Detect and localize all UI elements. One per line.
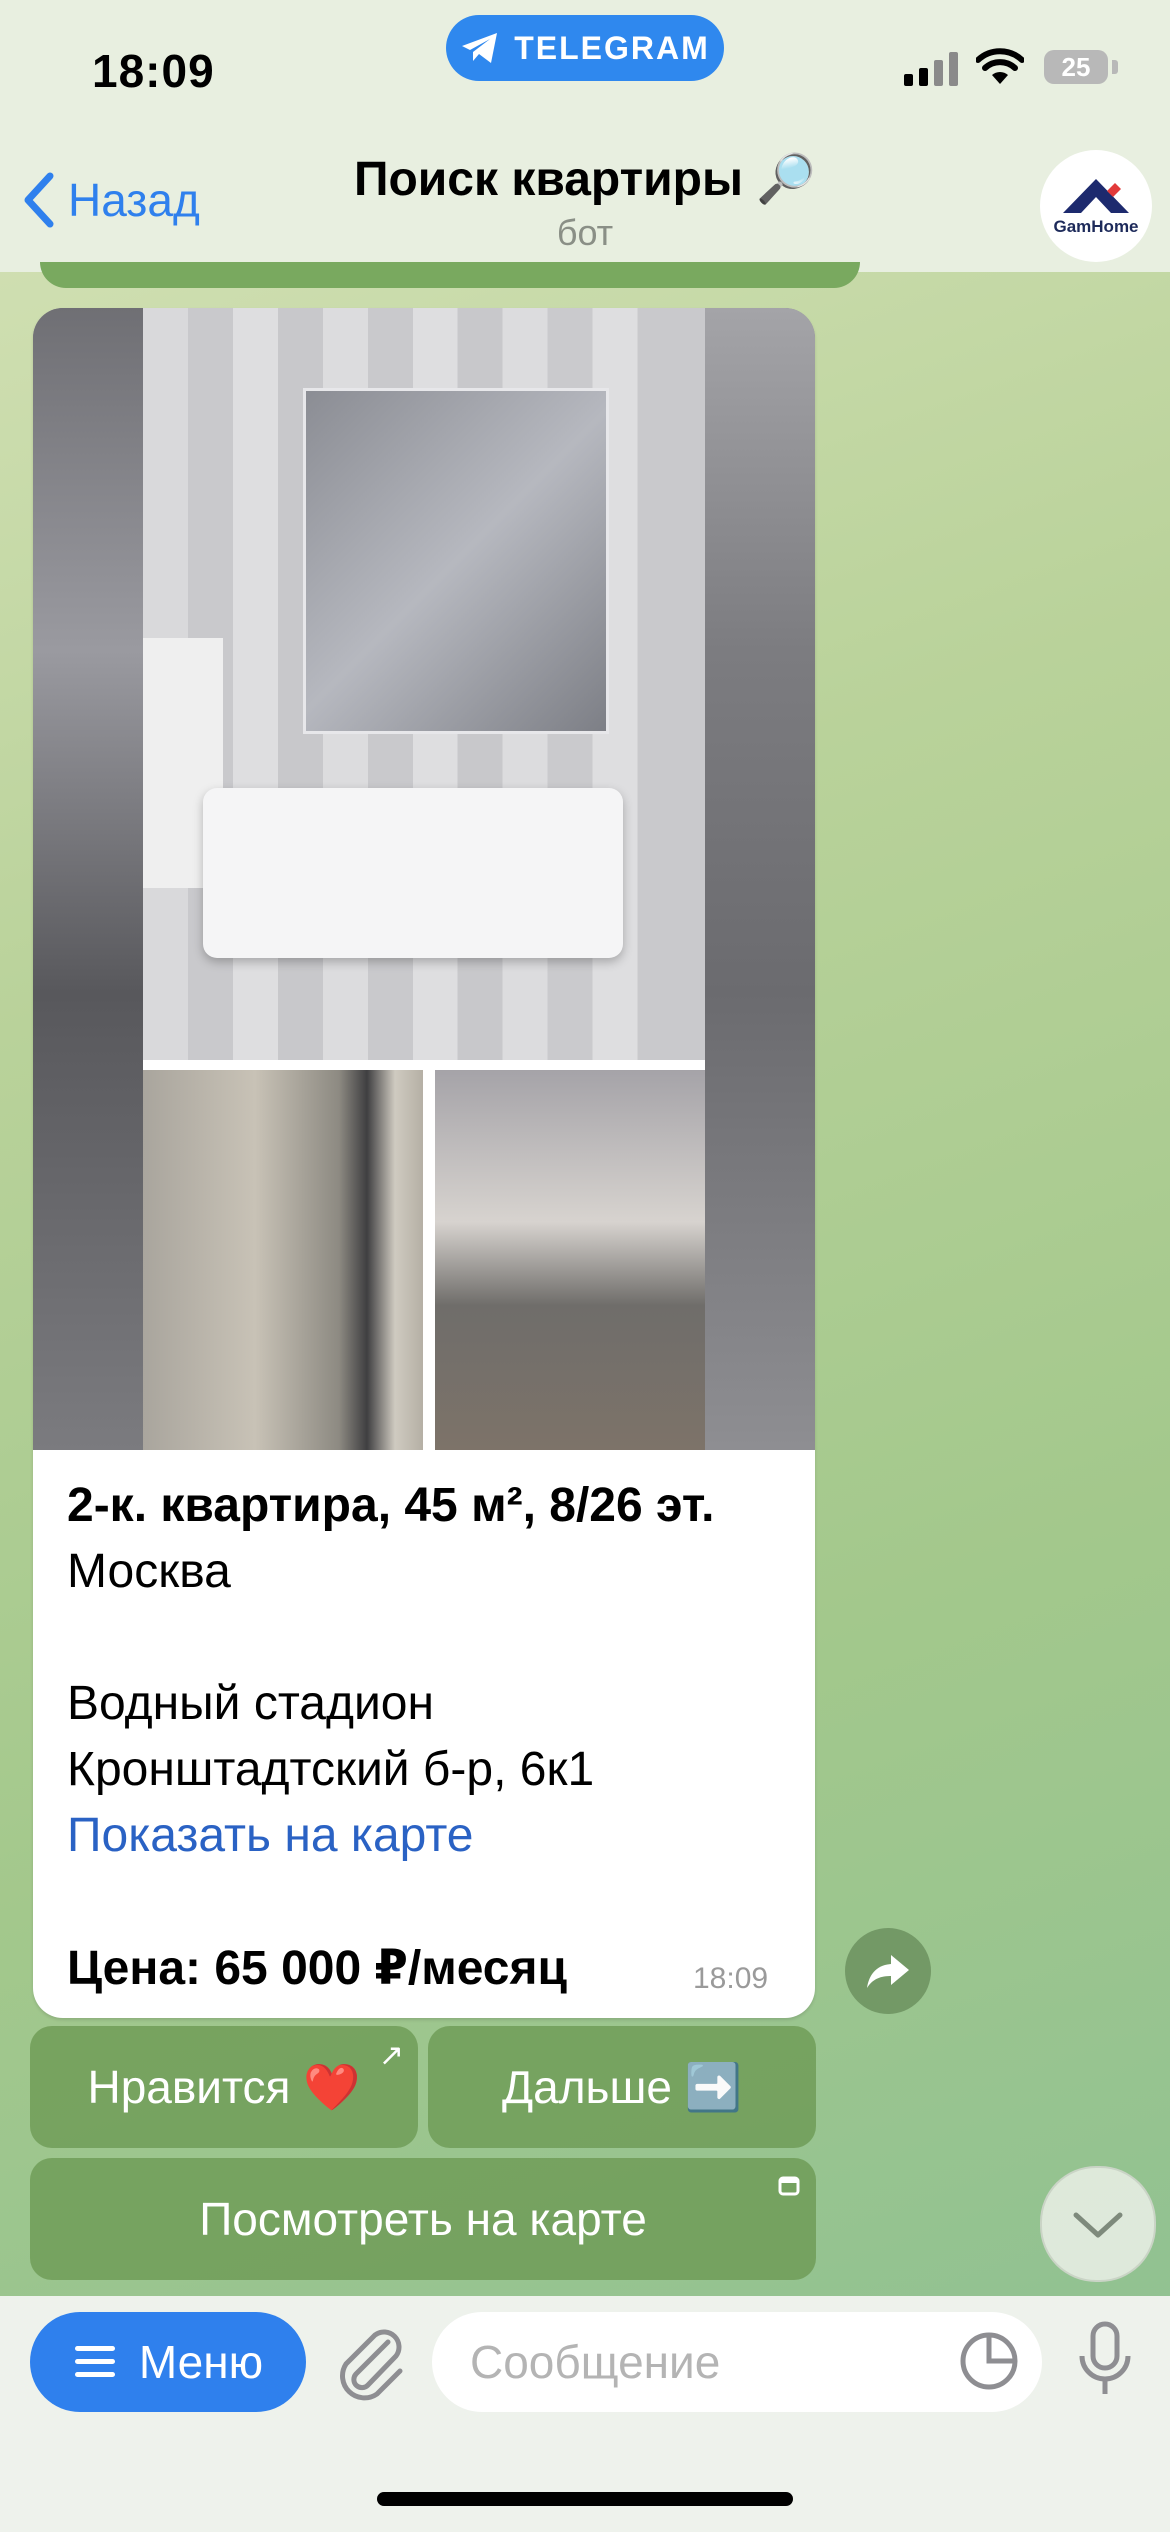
battery-icon: 25 bbox=[1044, 50, 1108, 84]
menu-lines-icon bbox=[74, 2346, 115, 2377]
photo-blur-left bbox=[33, 308, 143, 1450]
signal-icon bbox=[904, 52, 958, 86]
photo-divider bbox=[423, 1070, 435, 1450]
listing-city: Москва bbox=[67, 1545, 231, 1598]
battery-tip bbox=[1112, 60, 1118, 74]
share-icon bbox=[867, 1955, 909, 1988]
living-room-photo[interactable] bbox=[435, 1070, 705, 1450]
previous-message-edge bbox=[40, 262, 860, 288]
listing-metro: Водный стадион bbox=[67, 1677, 434, 1730]
wifi-icon bbox=[976, 48, 1024, 84]
listing-title: 2-к. квартира, 45 м², 8/26 эт. bbox=[67, 1479, 715, 1532]
chevron-down-icon bbox=[1073, 2212, 1123, 2238]
share-button[interactable] bbox=[845, 1928, 931, 2014]
next-button[interactable]: Дальше ➡️ bbox=[428, 2026, 816, 2148]
view-on-map-button[interactable]: Посмотреть на карте bbox=[30, 2158, 816, 2280]
return-app-label: TELEGRAM bbox=[514, 29, 710, 66]
bot-menu-button[interactable]: Меню bbox=[30, 2312, 306, 2412]
listing-address: Кронштадтский б-р, 6к1 bbox=[67, 1743, 595, 1796]
gamhome-logo-icon bbox=[1063, 179, 1129, 213]
next-label: Дальше ➡️ bbox=[501, 2060, 743, 2113]
avatar-label: GamHome bbox=[1053, 217, 1139, 236]
photo-blur-right bbox=[705, 308, 815, 1450]
home-indicator bbox=[377, 2492, 793, 2506]
dining-room-photo[interactable] bbox=[143, 1070, 423, 1450]
chat-subtitle: бот bbox=[556, 212, 614, 253]
like-label: Нравится ❤️ bbox=[87, 2060, 361, 2113]
view-on-map-label: Посмотреть на карте bbox=[199, 2193, 647, 2245]
photo-album[interactable] bbox=[33, 308, 815, 1450]
telegram-icon bbox=[462, 33, 498, 63]
message-input[interactable] bbox=[432, 2312, 1042, 2412]
mirror bbox=[303, 388, 609, 734]
battery-level: 25 bbox=[1061, 51, 1091, 82]
open-link-icon: ↗ bbox=[378, 2039, 404, 2072]
message-time: 18:09 bbox=[693, 1962, 769, 1995]
like-button[interactable]: Нравится ❤️ ↗ bbox=[30, 2026, 418, 2148]
photo-divider bbox=[143, 1060, 705, 1070]
paperclip-icon[interactable] bbox=[330, 2322, 410, 2402]
show-on-map-link[interactable]: Показать на карте bbox=[67, 1808, 473, 1863]
microphone-icon[interactable] bbox=[1076, 2320, 1134, 2400]
status-time: 18:09 bbox=[92, 45, 215, 97]
chat-title[interactable]: Поиск квартиры 🔎 bbox=[0, 150, 1170, 207]
sink bbox=[203, 788, 623, 958]
scroll-to-bottom-button[interactable] bbox=[1040, 2166, 1156, 2282]
avatar[interactable]: GamHome bbox=[1040, 150, 1152, 262]
listing-price: Цена: 65 000 ₽/месяц bbox=[67, 1942, 568, 1995]
menu-label: Меню bbox=[138, 2336, 264, 2388]
bathroom-sink-photo[interactable] bbox=[143, 308, 705, 1060]
sticker-icon[interactable] bbox=[958, 2330, 1020, 2392]
web-app-icon bbox=[778, 2176, 800, 2196]
return-to-telegram-pill[interactable]: TELEGRAM bbox=[446, 15, 724, 81]
